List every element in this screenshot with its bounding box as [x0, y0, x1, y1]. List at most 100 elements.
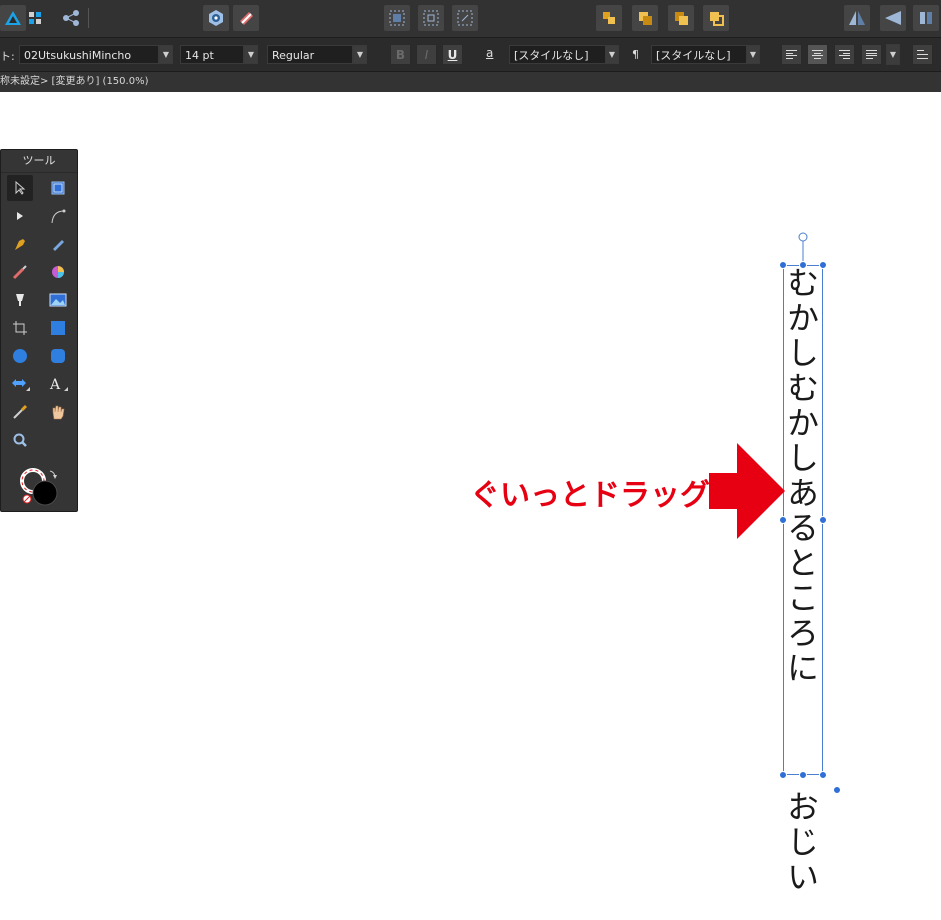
handle-top-right[interactable]	[819, 261, 827, 269]
move-tool-icon	[15, 181, 26, 195]
node-tool-icon	[17, 212, 23, 220]
paragraph-style-icon: ¶	[632, 48, 639, 61]
rotate-button[interactable]	[913, 5, 939, 31]
rotate-icon	[920, 12, 932, 24]
tools-panel: ツール A	[0, 149, 78, 512]
tools-panel-title: ツール	[1, 150, 77, 173]
ellipse-tool[interactable]	[7, 343, 33, 369]
artistic-text-tool-icon: A	[49, 377, 68, 392]
fill-tool[interactable]	[45, 259, 71, 285]
move-top-icon	[710, 12, 724, 26]
handle-bottom-center[interactable]	[799, 771, 807, 779]
export-persona-button[interactable]	[58, 5, 84, 31]
move-top-button[interactable]	[703, 5, 729, 31]
artboard-tool-icon	[51, 181, 65, 195]
font-family-dropdown[interactable]: ▼	[159, 45, 173, 64]
place-image-tool-icon	[49, 293, 67, 307]
artboard-tool[interactable]	[45, 175, 71, 201]
rectangle-tool[interactable]	[45, 315, 71, 341]
insert-top-button[interactable]	[452, 5, 478, 31]
affinity-designer-persona-icon	[5, 11, 21, 25]
handle-top-left[interactable]	[779, 261, 787, 269]
underline-button[interactable]: U	[442, 44, 463, 65]
move-forward-icon	[639, 12, 652, 25]
place-image-tool[interactable]	[45, 287, 71, 313]
flow-tool-icon	[12, 379, 30, 391]
font-family-field[interactable]: 02UtsukushiMincho	[19, 45, 159, 64]
chevron-down-icon: ▼	[608, 50, 616, 59]
move-tool[interactable]	[7, 175, 33, 201]
paragraph-style-dropdown[interactable]: ▼	[746, 45, 760, 64]
context-toolbar: ト: 02UtsukushiMincho ▼ 14 pt ▼ Regular ▼…	[0, 38, 941, 72]
justify-button[interactable]	[861, 44, 882, 65]
drag-annotation-label: ぐいっとドラッグ	[470, 478, 710, 513]
crop-tool-icon	[13, 321, 27, 335]
move-forward-button[interactable]	[632, 5, 658, 31]
handle-bottom-left[interactable]	[779, 771, 787, 779]
character-style-field[interactable]: [スタイルなし]	[509, 45, 607, 64]
pencil-tool-icon	[53, 240, 64, 251]
transparency-tool[interactable]	[7, 287, 33, 313]
transparency-tool-icon	[16, 294, 24, 306]
move-front-button[interactable]	[668, 5, 694, 31]
text-frame-selection[interactable]	[783, 265, 823, 775]
artistic-text-tool[interactable]: A	[45, 371, 71, 397]
vertical-text-overflow[interactable]: おじい	[782, 790, 820, 920]
paragraph-style-field[interactable]: [スタイルなし]	[651, 45, 747, 64]
color-swatches[interactable]	[19, 465, 65, 507]
document-tab[interactable]: 称未設定> [変更あり] (150.0%)	[0, 72, 941, 92]
fill-tool-icon	[52, 266, 64, 278]
insert-behind-icon	[423, 10, 439, 26]
crop-tool[interactable]	[7, 315, 33, 341]
handle-middle-right[interactable]	[819, 516, 827, 524]
ellipse-tool-icon	[13, 349, 27, 363]
assistant-button[interactable]	[203, 5, 229, 31]
rounded-rectangle-tool-icon	[51, 349, 65, 363]
flip-vertical-icon	[885, 11, 901, 25]
align-center-button[interactable]	[807, 44, 828, 65]
align-left-button[interactable]	[781, 44, 802, 65]
chevron-down-icon: ▼	[162, 50, 170, 59]
font-size-dropdown[interactable]: ▼	[244, 45, 258, 64]
justify-icon	[866, 50, 877, 59]
pen-tool-icon	[15, 239, 25, 250]
rounded-rectangle-tool[interactable]	[45, 343, 71, 369]
align-center-icon	[812, 50, 823, 59]
justify-dropdown[interactable]: ▼	[886, 44, 900, 65]
flip-vertical-button[interactable]	[880, 5, 906, 31]
font-size-field[interactable]: 14 pt	[180, 45, 244, 64]
snapping-button[interactable]	[233, 5, 259, 31]
font-style-field[interactable]: Regular	[267, 45, 353, 64]
corner-tool[interactable]	[45, 203, 71, 229]
corner-tool-icon	[51, 209, 66, 224]
insert-behind-button[interactable]	[418, 5, 444, 31]
handle-bottom-right[interactable]	[819, 771, 827, 779]
chevron-down-icon: ▼	[749, 50, 757, 59]
node-tool[interactable]	[7, 203, 33, 229]
main-toolbar	[0, 0, 941, 38]
pixel-persona-button[interactable]	[22, 5, 48, 31]
handle-top-center[interactable]	[799, 261, 807, 269]
insert-inside-button[interactable]	[384, 5, 410, 31]
move-back-button[interactable]	[596, 5, 622, 31]
italic-button[interactable]: I	[416, 44, 437, 65]
color-picker-tool-icon	[13, 404, 28, 419]
text-overflow-handle[interactable]	[833, 786, 841, 794]
color-picker-tool[interactable]	[7, 399, 33, 425]
flow-tool[interactable]	[7, 371, 33, 397]
font-style-dropdown[interactable]: ▼	[353, 45, 367, 64]
view-tool[interactable]	[45, 399, 71, 425]
export-persona-icon	[63, 10, 79, 26]
svg-text:A: A	[49, 377, 61, 392]
move-back-icon	[603, 12, 615, 24]
align-right-button[interactable]	[834, 44, 855, 65]
zoom-tool[interactable]	[7, 427, 33, 453]
view-tool-icon	[52, 405, 65, 420]
character-style-dropdown[interactable]: ▼	[605, 45, 619, 64]
bold-button[interactable]: B	[390, 44, 411, 65]
pencil-tool[interactable]	[45, 231, 71, 257]
flip-horizontal-button[interactable]	[844, 5, 870, 31]
pen-tool[interactable]	[7, 231, 33, 257]
paragraph-settings-button[interactable]	[912, 44, 933, 65]
vector-brush-tool[interactable]	[7, 259, 33, 285]
